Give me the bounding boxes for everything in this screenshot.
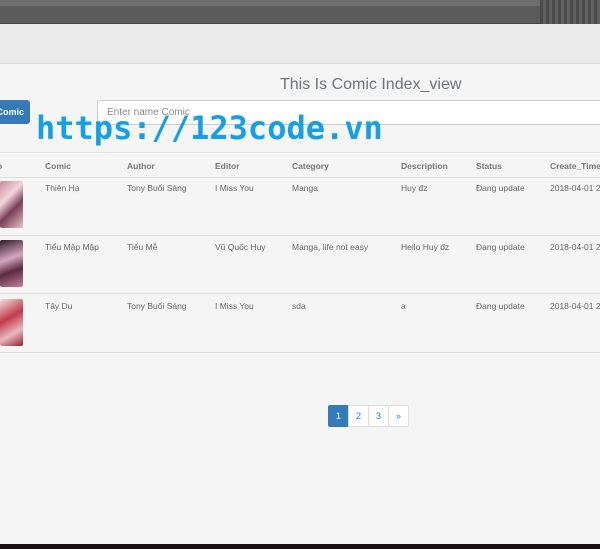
row3-description: a: [401, 301, 406, 311]
row1-editor: I Miss You: [215, 183, 254, 193]
row3-editor: I Miss You: [215, 301, 254, 311]
row2-status: Đang update: [476, 242, 525, 252]
row-divider: [0, 177, 600, 178]
comic-thumbnail[interactable]: [0, 240, 23, 287]
comic-thumbnail[interactable]: [0, 299, 23, 346]
page-3-button[interactable]: 3: [368, 405, 389, 427]
browser-top-bar: [0, 0, 600, 24]
row1-status: Đang update: [476, 183, 525, 193]
header-status: Status: [476, 161, 502, 171]
row3-author: Tony Buổi Sáng: [127, 301, 187, 311]
header-category: Category: [292, 161, 329, 171]
next-page-button[interactable]: »: [388, 405, 409, 427]
header-create-time: Create_Time: [550, 161, 600, 171]
page-2-button[interactable]: 2: [348, 405, 369, 427]
navbar: [0, 24, 600, 64]
window-controls-strip: [540, 0, 600, 24]
comic-thumbnail[interactable]: [0, 181, 23, 228]
page-title: This Is Comic Index_view: [280, 76, 462, 93]
row1-description: Huy đz: [401, 183, 428, 193]
footer-strip: [0, 544, 600, 549]
row3-create-time: 2018-04-01 2: [550, 301, 600, 311]
pagination: 1 2 3 »: [328, 405, 409, 427]
row1-comic: Thiên Hạ: [45, 183, 80, 193]
row3-category: sda: [292, 301, 306, 311]
top-bar-sheen: [0, 0, 600, 6]
header-description: Description: [401, 161, 448, 171]
comic-table: o Comic Author Editor Category Descripti…: [0, 152, 600, 353]
page-1-button[interactable]: 1: [328, 405, 349, 427]
row-divider: [0, 293, 600, 294]
add-comic-button[interactable]: Comic: [0, 100, 30, 124]
row-divider: [0, 352, 600, 353]
header-comic: Comic: [45, 161, 71, 171]
row1-category: Manga: [292, 183, 318, 193]
row1-create-time: 2018-04-01 2: [550, 183, 600, 193]
row3-status: Đang update: [476, 301, 525, 311]
header-editor: Editor: [215, 161, 240, 171]
header-author: Author: [127, 161, 155, 171]
watermark-text: https://123code.vn: [36, 109, 383, 147]
row2-author: Tiểu Mễ: [127, 242, 158, 252]
row2-category: Manga, life not easy: [292, 242, 369, 252]
row2-comic: Tiểu Mập Mập: [45, 242, 100, 252]
row2-description: Hello Huy đz: [401, 242, 450, 252]
row2-editor: Vũ Quốc Huy: [215, 242, 266, 252]
row3-comic: Tây Du: [45, 301, 73, 311]
row1-author: Tony Buổi Sáng: [127, 183, 187, 193]
row-divider: [0, 235, 600, 236]
header-image: o: [0, 161, 2, 171]
row2-create-time: 2018-04-01 2: [550, 242, 600, 252]
